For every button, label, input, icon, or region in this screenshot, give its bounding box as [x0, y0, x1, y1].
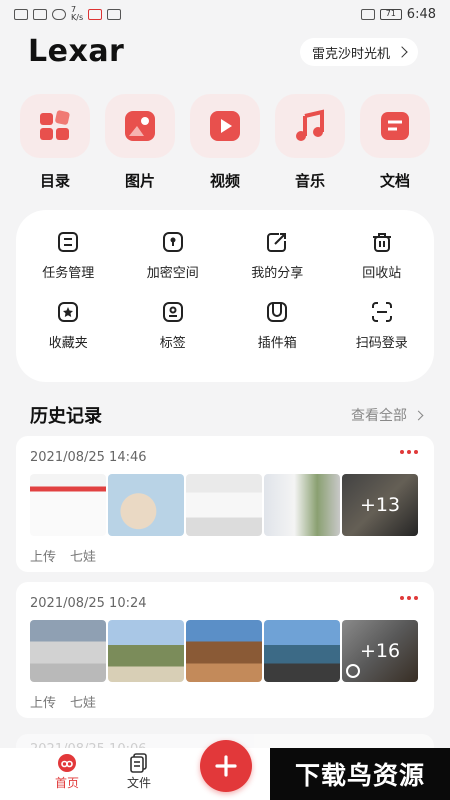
- category-label: 目录: [39, 172, 70, 190]
- history-title: 历史记录: [30, 406, 102, 427]
- device-name: 雷克沙时光机: [311, 46, 390, 62]
- tag-icon: [162, 302, 183, 322]
- thumbnail[interactable]: +16: [342, 620, 418, 682]
- tool-label: 插件箱: [257, 336, 297, 351]
- hd-icon: [14, 8, 28, 20]
- history-user: 七娃: [70, 696, 97, 711]
- category-label: 文档: [379, 172, 410, 190]
- tool-label: 扫码登录: [355, 336, 408, 351]
- thumbnail[interactable]: [186, 620, 262, 682]
- lock-icon: [162, 232, 183, 252]
- document-icon: [360, 94, 430, 158]
- history-user: 七娃: [70, 550, 97, 565]
- trash-icon: [372, 233, 391, 252]
- tab-label: 首页: [54, 776, 79, 790]
- history-card[interactable]: 2021/08/25 10:24 +16 上传 七娃: [16, 582, 434, 718]
- more-photos-count: +13: [342, 474, 418, 536]
- scan-icon: [371, 302, 392, 322]
- history-header: 历史记录 查看全部: [30, 402, 424, 428]
- tool-label: 标签: [159, 336, 186, 351]
- history-meta: 上传 七娃: [30, 692, 96, 711]
- message-icon: [107, 8, 122, 20]
- history-action: 上传: [30, 696, 57, 711]
- tool-scan-login[interactable]: 扫码登录: [330, 300, 435, 370]
- tool-recycle-bin[interactable]: 回收站: [330, 230, 435, 300]
- tab-home[interactable]: 首页: [42, 752, 92, 791]
- video-icon: [190, 94, 260, 158]
- thumbnail[interactable]: [264, 474, 340, 536]
- category-documents[interactable]: 文档: [356, 94, 434, 194]
- add-button[interactable]: [200, 740, 252, 792]
- thumbnail[interactable]: [186, 474, 262, 536]
- video-play-icon: [346, 664, 360, 678]
- tool-label: 任务管理: [42, 266, 95, 281]
- mute-icon: [360, 8, 375, 20]
- tool-plugin-box[interactable]: 插件箱: [225, 300, 330, 370]
- category-label: 图片: [124, 172, 155, 190]
- tool-label: 回收站: [362, 266, 402, 281]
- history-date: 2021/08/25 14:46: [30, 450, 147, 465]
- history-meta: 上传 七娃: [30, 546, 96, 565]
- signal-icon: [33, 8, 47, 20]
- share-icon: [267, 233, 287, 252]
- photo-icon: [105, 94, 175, 158]
- history-card[interactable]: 2021/08/25 14:46 +13 上传 七娃: [16, 436, 434, 572]
- chevron-right-icon: [396, 46, 408, 58]
- thumbnail[interactable]: [264, 620, 340, 682]
- star-icon: [58, 302, 79, 322]
- tool-label: 加密空间: [146, 266, 199, 281]
- category-label: 视频: [209, 172, 240, 190]
- tool-label: 我的分享: [251, 266, 304, 281]
- lexar-logo: Lexar: [28, 34, 125, 69]
- category-catalog[interactable]: 目录: [16, 94, 94, 194]
- catalog-icon: [20, 94, 90, 158]
- thumbnail[interactable]: [30, 620, 106, 682]
- home-cloud-icon: [58, 754, 76, 772]
- plugin-icon: [267, 302, 288, 322]
- more-options-icon[interactable]: [400, 450, 418, 454]
- tab-label: 文件: [126, 776, 151, 790]
- category-row: 目录 图片 视频 音乐 文档: [16, 94, 434, 194]
- thumbnail[interactable]: [30, 474, 106, 536]
- tool-encrypted-space[interactable]: 加密空间: [121, 230, 226, 300]
- network-speed: 7 K/s: [71, 5, 84, 22]
- more-options-icon[interactable]: [400, 596, 418, 600]
- music-icon: [275, 94, 345, 158]
- clock: 6:48: [406, 6, 436, 22]
- thumbnail[interactable]: [108, 474, 184, 536]
- tool-favorites[interactable]: 收藏夹: [16, 300, 121, 370]
- app-header: Lexar 雷克沙时光机: [0, 32, 450, 76]
- thumbnail[interactable]: +13: [342, 474, 418, 536]
- app-notification-icon: [88, 8, 103, 20]
- tab-files[interactable]: 文件: [114, 752, 164, 791]
- thumbnail[interactable]: [108, 620, 184, 682]
- thumbnail-strip: +13: [30, 474, 418, 536]
- status-bar: 7 K/s 71 6:48: [0, 0, 450, 28]
- category-videos[interactable]: 视频: [186, 94, 264, 194]
- category-label: 音乐: [294, 172, 325, 190]
- files-icon: [130, 753, 147, 773]
- view-all-link[interactable]: 查看全部: [351, 405, 424, 425]
- category-music[interactable]: 音乐: [271, 94, 349, 194]
- history-date: 2021/08/25 10:24: [30, 596, 147, 611]
- category-photos[interactable]: 图片: [101, 94, 179, 194]
- task-icon: [58, 232, 79, 252]
- thumbnail-strip: +16: [30, 620, 418, 682]
- view-all-label: 查看全部: [351, 408, 407, 424]
- tool-my-share[interactable]: 我的分享: [225, 230, 330, 300]
- device-selector-button[interactable]: 雷克沙时光机: [299, 38, 418, 66]
- tools-panel: 任务管理 加密空间 我的分享 回收站 收藏夹 标签 插件箱 扫码登录: [16, 210, 434, 382]
- tool-task-manager[interactable]: 任务管理: [16, 230, 121, 300]
- battery-icon: 71: [379, 8, 402, 20]
- wifi-icon: [52, 8, 66, 20]
- plus-icon: [215, 755, 237, 777]
- tool-label: 收藏夹: [48, 336, 88, 351]
- history-action: 上传: [30, 550, 57, 565]
- tool-tags[interactable]: 标签: [121, 300, 226, 370]
- watermark-banner: 下载鸟资源: [270, 748, 450, 800]
- chevron-right-icon: [413, 410, 424, 420]
